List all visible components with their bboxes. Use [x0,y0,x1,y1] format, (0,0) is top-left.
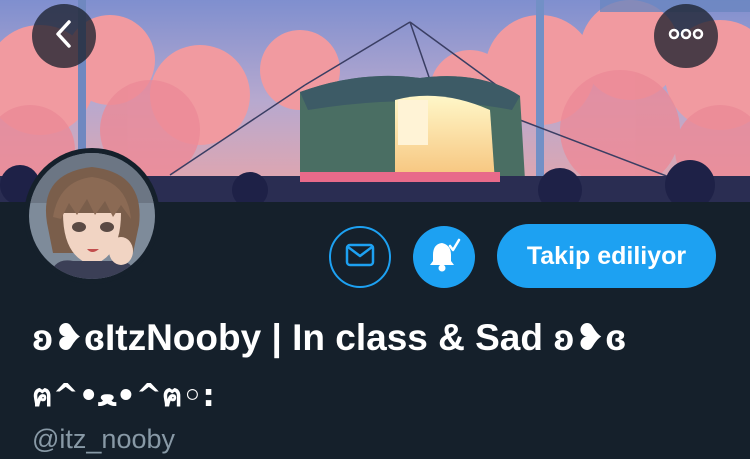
message-button[interactable] [329,226,391,288]
more-options-button[interactable] [654,4,718,68]
following-button-label: Takip ediliyor [526,241,687,270]
back-button[interactable] [32,4,96,68]
envelope-icon [345,243,375,272]
following-button[interactable]: Takip ediliyor [497,224,716,288]
avatar-image [29,153,155,279]
more-horizontal-icon [668,27,704,45]
display-name-emoticon: ฅ^•ﻌ•^ฅ◦: [32,378,215,414]
display-name: ʚ❥ɞItzNooby | In class & Sad ʚ❥ɞ [32,317,627,358]
user-handle: @itz_nooby [32,424,175,454]
bell-check-icon [426,237,462,278]
chevron-left-icon [53,19,75,54]
avatar[interactable] [24,148,160,284]
notifications-toggle-button[interactable] [413,226,475,288]
